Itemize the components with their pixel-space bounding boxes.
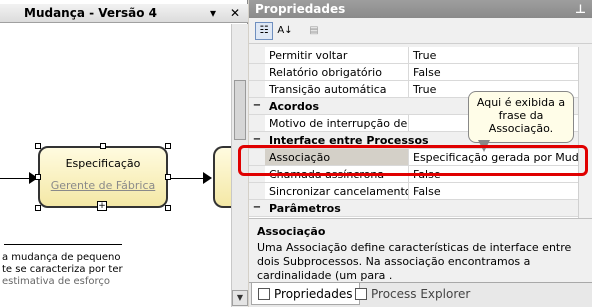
property-value[interactable]: Especificação gerada por Mudança [409,149,592,165]
selection-handle[interactable] [165,143,171,149]
incoming-connector[interactable] [0,178,32,179]
property-name: Relatório obrigatório [265,64,409,80]
activity-name: Especificação [65,157,141,170]
tab-process-explorer[interactable]: Process Explorer [349,283,476,305]
property-pages-icon[interactable]: ▤ [305,22,323,40]
categorized-icon[interactable]: ☷ [255,22,273,40]
app-root: Mudança - Versão 4 ▾ ✕ Especificação Ger… [0,0,592,307]
callout-text: Aqui é exibida a frase da Associação. [476,96,566,135]
selection-handle[interactable] [35,205,41,211]
collapse-icon[interactable]: − [249,132,265,148]
properties-tab-icon [258,287,270,300]
property-row[interactable]: Permitir voltar True [249,47,592,64]
category-name: Interface entre Processos [269,134,429,147]
property-row[interactable]: Sincronizar cancelamento False [249,183,592,200]
scroll-down-icon[interactable]: ▼ [232,290,248,306]
activity-especificacao[interactable]: Especificação Gerente de Fábrica [38,146,168,208]
property-value[interactable]: True [409,47,592,63]
selection-handle[interactable] [35,174,41,180]
description-line: a mudança de pequeno [2,252,121,263]
pin-icon[interactable]: ⊥ [575,2,586,16]
callout-tail [478,140,490,152]
outgoing-connector[interactable] [170,178,206,179]
designer-title: Mudança - Versão 4 [24,6,157,20]
alphabetical-icon[interactable]: A↓ [276,22,294,40]
tab-label: Process Explorer [371,287,471,301]
category-row[interactable]: − Parâmetros [249,200,592,217]
bottom-tabs: Propriedades Process Explorer [249,282,592,307]
tab-label: Propriedades [274,286,353,301]
expand-icon[interactable]: + [97,201,107,211]
designer-title-bar: Mudança - Versão 4 ▾ ✕ [0,4,248,23]
callout-balloon: Aqui é exibida a frase da Associação. [468,91,574,143]
property-row[interactable]: Chamada assíncrona False [249,166,592,183]
help-panel: Associação Uma Associação define caracte… [249,218,592,282]
property-value[interactable]: False [409,64,592,80]
property-row[interactable]: Relatório obrigatório False [249,64,592,81]
collapse-icon[interactable]: − [249,200,265,216]
help-title: Associação [257,225,326,238]
property-name: Permitir voltar [265,47,409,63]
process-description: a mudança de pequeno te se caracteriza p… [0,252,231,288]
grid-scrollbar[interactable] [578,47,592,218]
properties-title-bar: Propriedades ⊥ [249,0,592,18]
property-value[interactable]: False [409,183,592,199]
dropdown-icon[interactable]: ▾ [210,6,216,20]
property-row-selected[interactable]: Associação Especificação gerada por Muda… [249,149,592,166]
process-explorer-icon [355,288,367,300]
property-name: Sincronizar cancelamento [265,183,409,199]
description-line: estimativa de esforço [2,276,111,287]
category-name: Parâmetros [269,202,341,215]
scrollbar-thumb[interactable] [234,80,246,140]
property-name: Transição automática [265,81,409,97]
designer-scrollbar[interactable]: ▼ [231,24,248,307]
selection-handle[interactable] [165,174,171,180]
collapse-icon[interactable]: − [249,98,265,114]
description-divider [4,244,122,245]
close-icon[interactable]: ✕ [230,6,240,20]
properties-title: Propriedades [255,2,346,16]
next-activity[interactable] [213,146,233,208]
selection-handle[interactable] [35,143,41,149]
activity-owner-link[interactable]: Gerente de Fábrica [40,179,166,192]
designer-pane: Mudança - Versão 4 ▾ ✕ Especificação Ger… [0,0,248,307]
description-line: te se caracteriza por ter [2,264,123,275]
tab-propriedades[interactable]: Propriedades [251,283,360,305]
selection-handle[interactable] [165,205,171,211]
properties-toolbar: ☷ A↓ ▤ [249,18,592,44]
property-name: Associação [265,149,409,165]
outgoing-arrowhead [203,172,212,184]
property-name: Chamada assíncrona [265,166,409,182]
help-text: Uma Associação define características de… [257,241,572,282]
category-name: Acordos [269,100,319,113]
selection-handle[interactable] [100,143,106,149]
property-value[interactable]: False [409,166,592,182]
property-name: Motivo de interrupção de ANS [265,115,409,131]
